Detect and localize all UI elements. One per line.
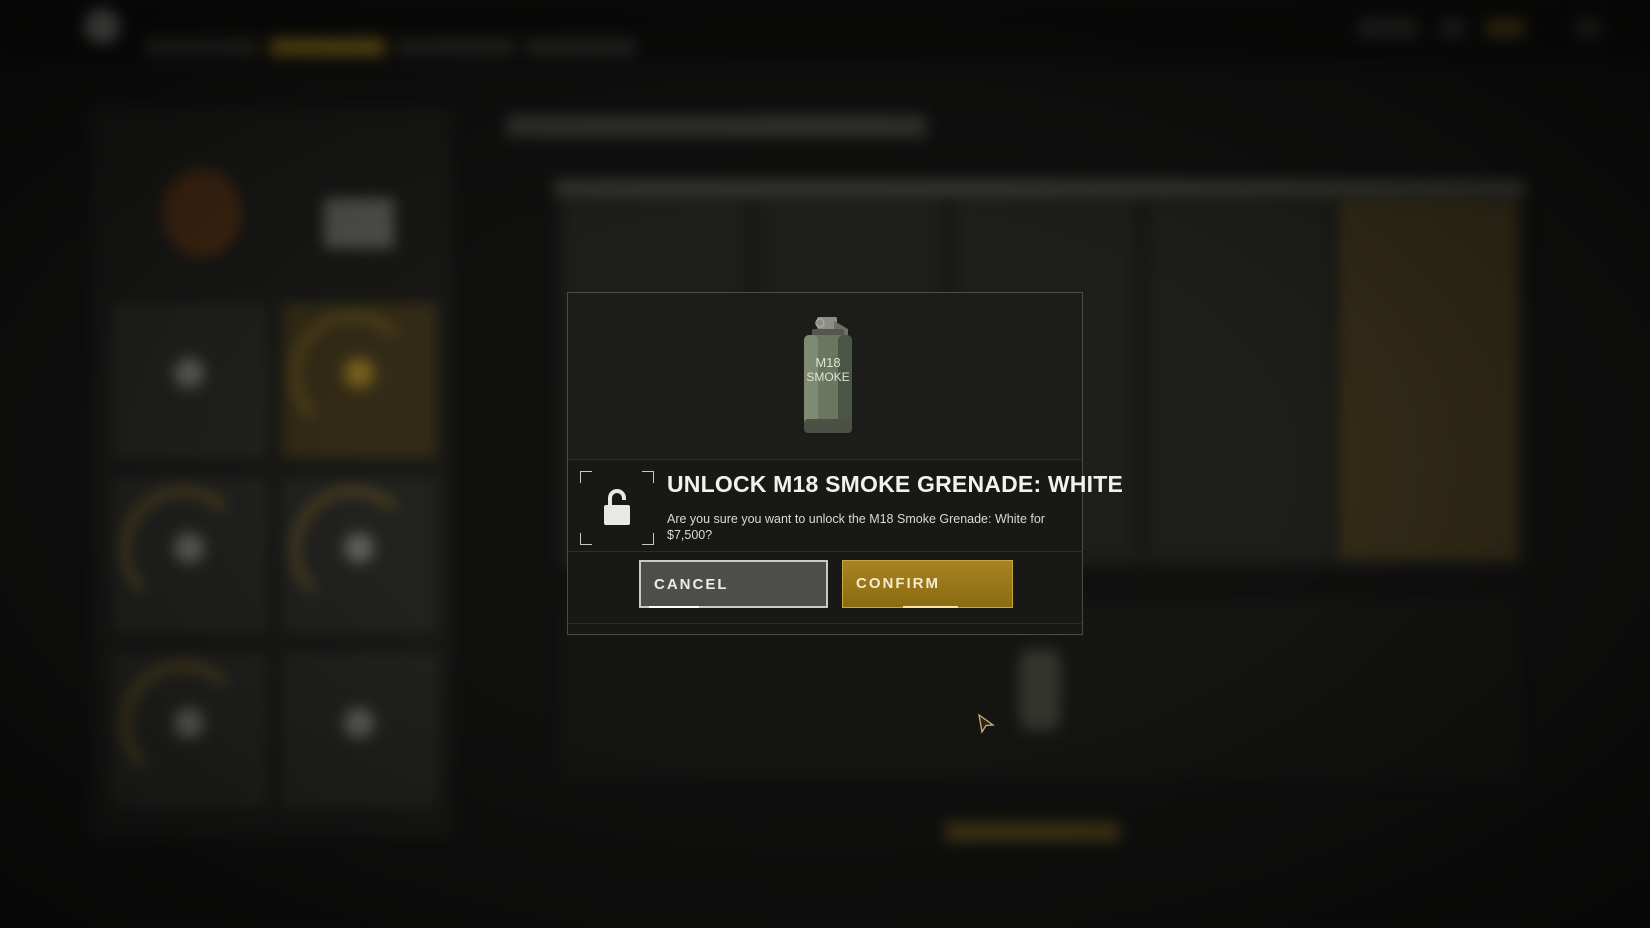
- dialog-footer: [568, 623, 1082, 636]
- cancel-button[interactable]: CANCEL: [639, 560, 828, 608]
- dialog-message: Are you sure you want to unlock the M18 …: [667, 512, 1045, 542]
- grenade-label-line2: SMOKE: [806, 370, 849, 384]
- confirm-button[interactable]: CONFIRM: [842, 560, 1013, 608]
- grenade-label-line1: M18: [815, 355, 840, 370]
- mouse-cursor-icon: [978, 713, 995, 734]
- dialog-info: UNLOCK M18 SMOKE GRENADE: WHITE Are you …: [568, 459, 1123, 552]
- unlock-dialog: M18 SMOKE UNLOCK M18 SMOKE GRENADE: WHIT…: [567, 292, 1123, 636]
- unlocked-padlock-icon: [604, 489, 630, 525]
- smoke-grenade-image: M18 SMOKE: [804, 317, 852, 433]
- dialog-actions: CANCEL CONFIRM: [568, 552, 1082, 622]
- item-preview: M18 SMOKE: [568, 293, 1082, 460]
- dialog-title: UNLOCK M18 SMOKE GRENADE: WHITE: [667, 471, 1123, 497]
- lock-frame: [580, 471, 654, 545]
